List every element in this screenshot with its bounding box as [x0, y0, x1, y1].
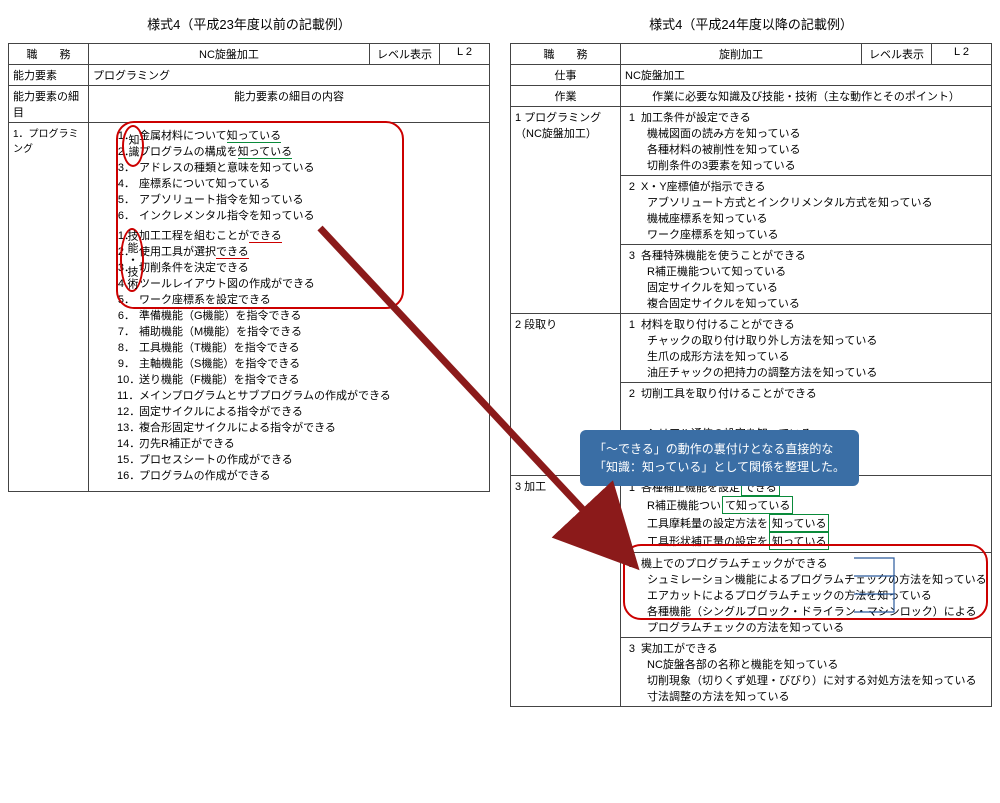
right-h3: レベル表示: [862, 44, 932, 65]
left-skill-item: 8．工具機能（T機能）を指令できる: [117, 339, 485, 355]
right-h2: 旋削加工: [621, 44, 862, 65]
left-skill-item: 10．送り機能（F機能）を指令できる: [117, 371, 485, 387]
right-block-head: 1加工条件が設定できる: [625, 109, 987, 125]
right-sub-item: 各種材料の被削性を知っている: [625, 141, 987, 157]
right-block-head: 2機上でのプログラムチェックができる: [625, 555, 987, 571]
right-block-head: 2切削工具を取り付けることができる: [625, 385, 987, 401]
right-block-head: 3各種特殊機能を使うことができる: [625, 247, 987, 263]
right-block-head: 1材料を取り付けることができる: [625, 316, 987, 332]
left-h3: レベル表示: [370, 44, 440, 65]
left-table: 職 務 NC旋盤加工 レベル表示 L 2 能力要素 プログラミング 能力要素の細…: [8, 43, 490, 492]
right-sub-item: NC旋盤各部の名称と機能を知っている: [625, 656, 987, 672]
right-block-head: 1各種補正機能を設定できる: [625, 478, 987, 496]
left-skill-item: 7．補助機能（M機能）を指令できる: [117, 323, 485, 339]
right-work-cell: 2 段取り: [511, 314, 621, 476]
left-title: 様式4（平成23年度以前の記載例）: [8, 14, 490, 33]
right-block-cell: 3実加工ができるNC旋盤各部の名称と機能を知っている切削現象（切りくず処理・びび…: [621, 638, 992, 707]
left-skill-item: 4．ツールレイアウト図の作成ができる: [117, 275, 485, 291]
left-skill-item: 1．加工工程を組むことができる: [117, 227, 485, 243]
right-sub-item: R補正機能ついて知っている: [625, 263, 987, 279]
right-block-cell: 3各種特殊機能を使うことができるR補正機能ついて知っている固定サイクルを知ってい…: [621, 245, 992, 314]
right-rowBa: 作業: [511, 86, 621, 107]
left-skill-item: 5．ワーク座標系を設定できる: [117, 291, 485, 307]
right-h1: 職 務: [511, 44, 621, 65]
left-knowledge-item: 6．インクレメンタル指令を知っている: [117, 207, 485, 223]
right-sub-item: シリアル通信の設定を知っている: [625, 425, 987, 441]
left-h4: L 2: [440, 44, 490, 65]
right-table: 職 務 旋削加工 レベル表示 L 2 仕事 NC旋盤加工 作業 作業に必要な知識…: [510, 43, 992, 707]
left-knowledge-item: 2．プログラムの構成を知っている: [117, 143, 485, 159]
right-rowAb: NC旋盤加工: [621, 65, 992, 86]
right-sub-item: R補正機能ついて知っている: [625, 496, 987, 514]
right-sub-item: 複合固定サイクルを知っている: [625, 295, 987, 311]
left-panel: 様式4（平成23年度以前の記載例） 職 務 NC旋盤加工 レベル表示 L 2 能…: [8, 8, 490, 707]
right-sub-item: ワーク座標系を知っている: [625, 226, 987, 242]
left-skill-item: 2．使用工具が選択できる: [117, 243, 485, 259]
right-sub-item: チャックの取り付け取り外し方法を知っている: [625, 332, 987, 348]
left-h1: 職 務: [9, 44, 89, 65]
right-sub-item: シュミレーション機能によるプログラムチェックの方法を知っている: [625, 571, 987, 587]
right-sub-item: 各種機能（シングルブロック・ドライラン・マシンロック）によるプログラムチェックの…: [625, 603, 987, 635]
right-block-cell: 2X・Y座標値が指示できるアブソリュート方式とインクリメンタル方式を知っている機…: [621, 176, 992, 245]
right-work-cell: 1 プログラミング（NC旋盤加工）: [511, 107, 621, 314]
left-skill-item: 3．切削条件を決定できる: [117, 259, 485, 275]
right-rowBb: 作業に必要な知識及び技能・技術（主な動作とそのポイント）: [621, 86, 992, 107]
right-sub-item: 生爪の成形方法を知っている: [625, 348, 987, 364]
left-row3a: 1．プログラミング: [9, 123, 89, 492]
right-panel: 様式4（平成24年度以降の記載例） 職 務 旋削加工 レベル表示 L 2 仕事 …: [510, 8, 992, 707]
right-sub-item: [625, 413, 987, 425]
right-sub-item: [625, 401, 987, 413]
right-sub-item: 機械座標系を知っている: [625, 210, 987, 226]
right-block-cell: 1材料を取り付けることができるチャックの取り付け取り外し方法を知っている生爪の成…: [621, 314, 992, 383]
right-rowAa: 仕事: [511, 65, 621, 86]
right-h4: L 2: [932, 44, 992, 65]
left-knowledge-item: 3．アドレスの種類と意味を知っている: [117, 159, 485, 175]
left-skill-item: 9．主軸機能（S機能）を指令できる: [117, 355, 485, 371]
right-sub-item: 機械図面の読み方を知っている: [625, 125, 987, 141]
right-sub-item: 寸法調整の方法を知っている: [625, 688, 987, 704]
left-row2b: 能力要素の細目の内容: [89, 86, 490, 123]
right-sub-item: 油圧チャックの把持力の調整方法を知っている: [625, 364, 987, 380]
right-sub-item: エアカットによるプログラムチェックの方法を知っている: [625, 587, 987, 603]
left-skill-item: 6．準備機能（G機能）を指令できる: [117, 307, 485, 323]
left-knowledge-item: 1．金属材料について知っている: [117, 127, 485, 143]
left-skill-item: 13．複合形固定サイクルによる指令ができる: [117, 419, 485, 435]
right-block-cell: 2機上でのプログラムチェックができるシュミレーション機能によるプログラムチェック…: [621, 553, 992, 638]
left-row1a: 能力要素: [9, 65, 89, 86]
left-skill-item: 14．刃先R補正ができる: [117, 435, 485, 451]
right-block-cell: 1加工条件が設定できる機械図面の読み方を知っている各種材料の被削性を知っている切…: [621, 107, 992, 176]
right-block-cell: 2切削工具を取り付けることができる シリアル通信の設定を知っているLAN通信の設…: [621, 383, 992, 476]
right-block-head: 2X・Y座標値が指示できる: [625, 178, 987, 194]
left-skill-item: 15．プロセスシートの作成ができる: [117, 451, 485, 467]
right-sub-item: 固定サイクルを知っている: [625, 279, 987, 295]
left-knowledge-item: 5．アブソリュート指令を知っている: [117, 191, 485, 207]
left-h2: NC旋盤加工: [89, 44, 370, 65]
right-sub-item: DNC運転の設定を知っている: [625, 457, 987, 473]
left-skill-item: 11．メインプログラムとサブプログラムの作成ができる: [117, 387, 485, 403]
right-sub-item: 切削現象（切りくず処理・びびり）に対する対処方法を知っている: [625, 672, 987, 688]
right-sub-item: 切削条件の3要素を知っている: [625, 157, 987, 173]
left-row2a: 能力要素の細目: [9, 86, 89, 123]
right-work-cell: 3 加工: [511, 476, 621, 707]
left-row1b: プログラミング: [89, 65, 490, 86]
left-skill-item: 12．固定サイクルによる指令ができる: [117, 403, 485, 419]
right-sub-item: 工具摩耗量の設定方法を知っている: [625, 514, 987, 532]
right-sub-item: LAN通信の設定を知っている: [625, 441, 987, 457]
right-block-head: 3実加工ができる: [625, 640, 987, 656]
right-block-cell: 1各種補正機能を設定できるR補正機能ついて知っている工具摩耗量の設定方法を知って…: [621, 476, 992, 553]
left-skill-item: 16．プログラムの作成ができる: [117, 467, 485, 483]
left-content-cell: 1．金属材料について知っている2．プログラムの構成を知っている3．アドレスの種類…: [89, 123, 490, 492]
right-sub-item: 工具形状補正量の設定を知っている: [625, 532, 987, 550]
left-knowledge-item: 4．座標系について知っている: [117, 175, 485, 191]
right-sub-item: アブソリュート方式とインクリメンタル方式を知っている: [625, 194, 987, 210]
right-title: 様式4（平成24年度以降の記載例）: [510, 14, 992, 33]
